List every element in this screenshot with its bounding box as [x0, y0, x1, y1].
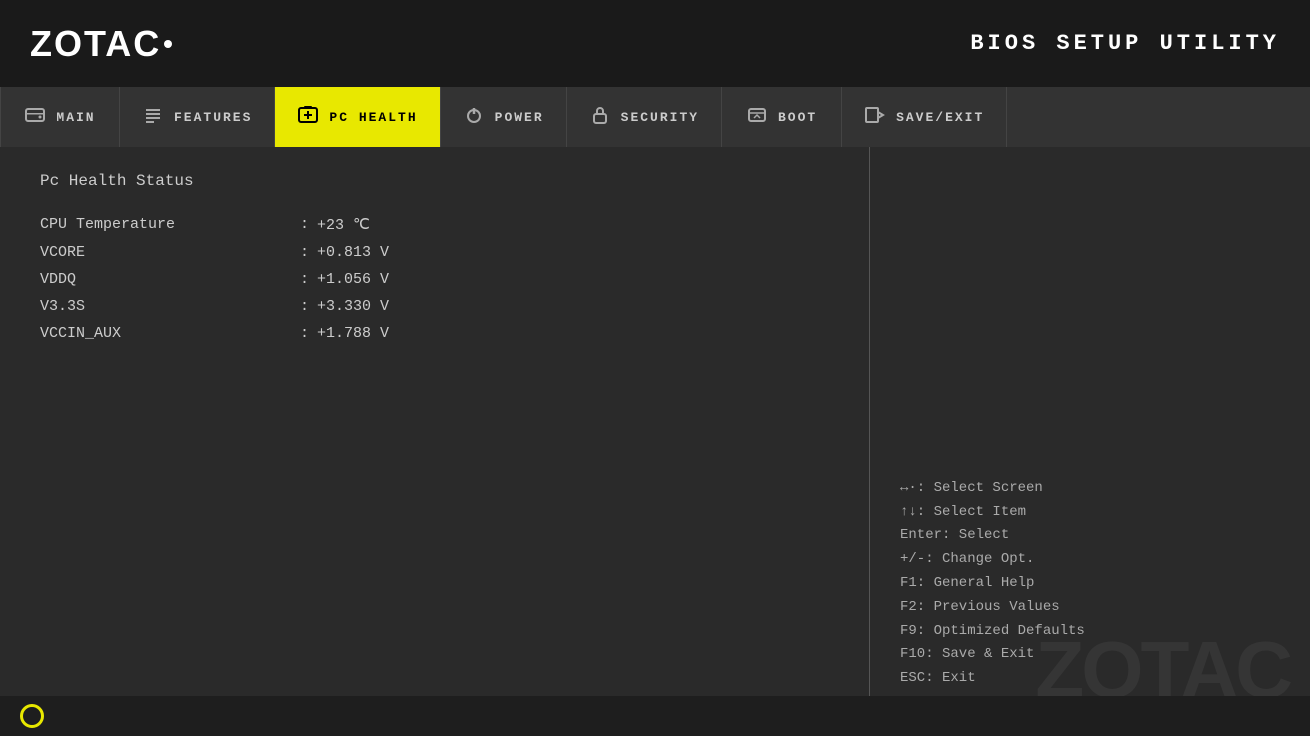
nav-label-security: SECURITY: [621, 110, 699, 125]
stat-value-vccin: +1.788 V: [317, 325, 389, 342]
stat-sep-0: :: [300, 216, 309, 233]
nav-label-features: FEATURES: [174, 110, 252, 125]
nav-item-main[interactable]: MAIN: [0, 87, 120, 147]
section-title: Pc Health Status: [40, 172, 829, 190]
stat-row-vcore: VCORE : +0.813 V: [40, 244, 829, 261]
nav-bar: MAIN FEATURES PC HEALTH: [0, 87, 1310, 147]
right-panel: ZOTAC ↔·: Select Screen ↑↓: Select Item …: [870, 147, 1310, 736]
nav-item-boot[interactable]: BOOT: [722, 87, 842, 147]
nav-item-features[interactable]: FEATURES: [120, 87, 275, 147]
logo: ZOTAC: [30, 23, 172, 65]
content-area: Pc Health Status CPU Temperature : +23 ℃…: [0, 147, 1310, 736]
logo-text: ZOTAC: [30, 23, 161, 65]
logo-dot: [164, 40, 172, 48]
stat-sep-2: :: [300, 271, 309, 288]
bios-title: BIOS SETUP UTILITY: [970, 31, 1280, 56]
boot-icon: [746, 104, 768, 131]
stat-sep-1: :: [300, 244, 309, 261]
nav-item-pc-health[interactable]: PC HEALTH: [275, 87, 440, 147]
stat-label-vccin: VCCIN_AUX: [40, 325, 300, 342]
help-line-6: F2: Previous Values: [900, 596, 1280, 620]
nav-label-save-exit: SAVE/EXIT: [896, 110, 984, 125]
stat-label-v33s: V3.3S: [40, 298, 300, 315]
plus-box-icon: [297, 104, 319, 131]
stat-label-cpu-temp: CPU Temperature: [40, 216, 300, 233]
stat-row-v33s: V3.3S : +3.330 V: [40, 298, 829, 315]
nav-label-power: POWER: [495, 110, 544, 125]
stat-value-cpu-temp: +23 ℃: [317, 215, 370, 234]
header: ZOTAC BIOS SETUP UTILITY: [0, 0, 1310, 87]
help-line-5: F1: General Help: [900, 572, 1280, 596]
stat-row-cpu-temp: CPU Temperature : +23 ℃: [40, 215, 829, 234]
bottom-circle-icon: [20, 704, 44, 728]
hdd-icon: [24, 104, 46, 131]
stat-row-vddq: VDDQ : +1.056 V: [40, 271, 829, 288]
nav-label-boot: BOOT: [778, 110, 817, 125]
power-icon: [463, 104, 485, 131]
nav-item-save-exit[interactable]: SAVE/EXIT: [842, 87, 1007, 147]
stat-value-v33s: +3.330 V: [317, 298, 389, 315]
help-line-4: +/-: Change Opt.: [900, 548, 1280, 572]
list-icon: [142, 104, 164, 131]
stat-value-vddq: +1.056 V: [317, 271, 389, 288]
stat-sep-4: :: [300, 325, 309, 342]
stat-value-vcore: +0.813 V: [317, 244, 389, 261]
help-line-2: ↑↓: Select Item: [900, 501, 1280, 525]
nav-item-power[interactable]: POWER: [441, 87, 567, 147]
stat-row-vccin: VCCIN_AUX : +1.788 V: [40, 325, 829, 342]
nav-label-pc-health: PC HEALTH: [329, 110, 417, 125]
help-line-3: Enter: Select: [900, 524, 1280, 548]
lock-icon: [589, 104, 611, 131]
nav-item-security[interactable]: SECURITY: [567, 87, 722, 147]
left-panel: Pc Health Status CPU Temperature : +23 ℃…: [0, 147, 870, 736]
bottom-bar: [0, 696, 1310, 736]
stat-sep-3: :: [300, 298, 309, 315]
save-exit-icon: [864, 104, 886, 131]
stat-label-vcore: VCORE: [40, 244, 300, 261]
stat-label-vddq: VDDQ: [40, 271, 300, 288]
help-line-1: ↔·: Select Screen: [900, 477, 1280, 501]
nav-label-main: MAIN: [56, 110, 95, 125]
